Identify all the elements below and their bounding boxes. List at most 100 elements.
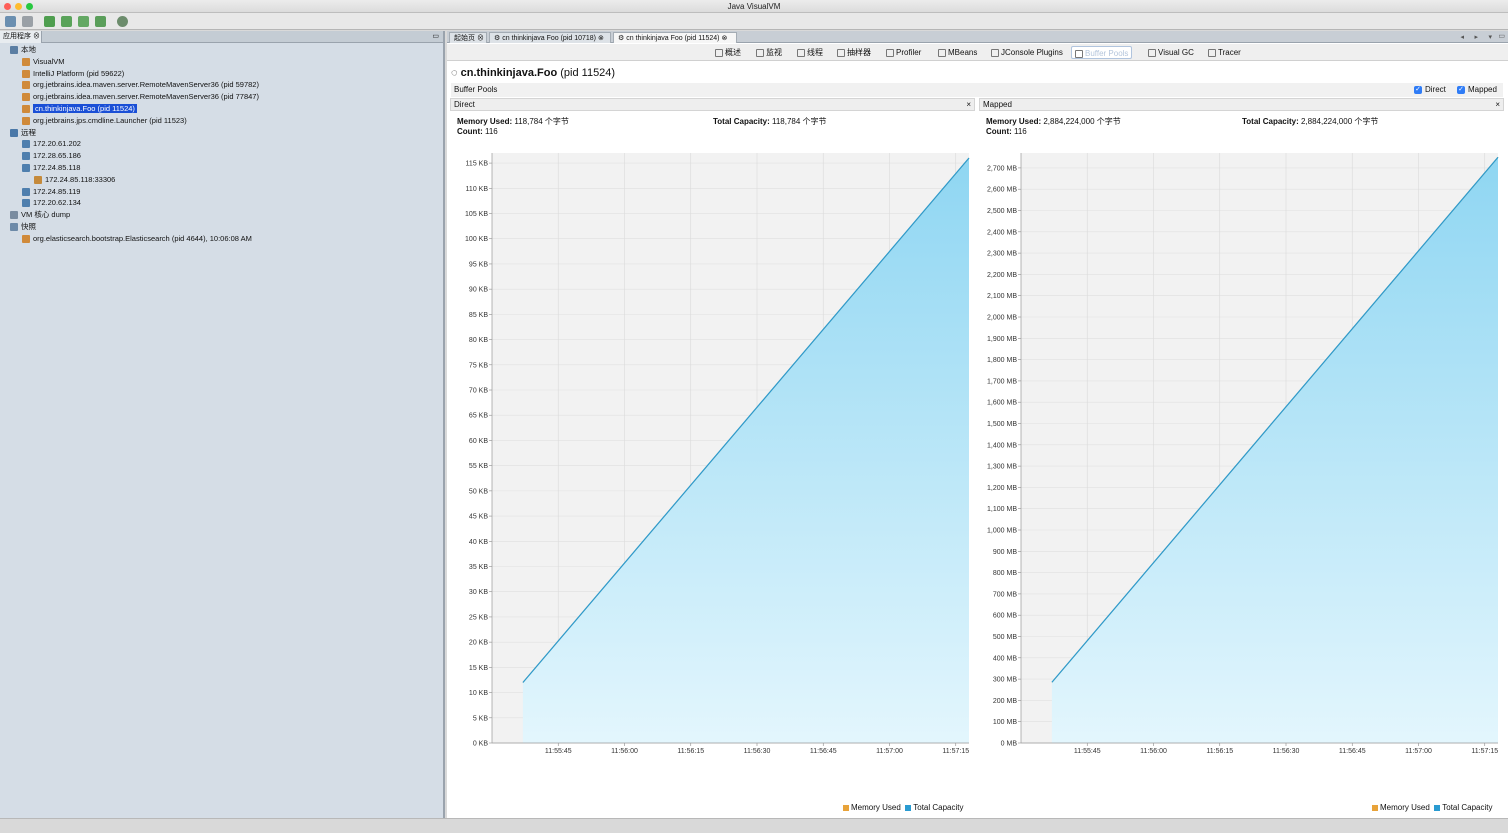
legend-swatch-total-capacity [905,804,912,811]
tab-tracer[interactable]: Tracer [1205,46,1244,59]
save-icon[interactable] [22,16,33,27]
tab-概述[interactable]: 概述 [712,46,744,59]
close-icon[interactable]: ⊗ [721,35,727,42]
tree-item[interactable]: org.jetbrains.idea.maven.server.RemoteMa… [22,91,259,102]
direct-checkbox[interactable]: ✓ [1414,86,1422,94]
app-icon [22,234,30,243]
tree-item[interactable]: 172.20.61.202 [22,138,81,149]
tree-item[interactable]: VM 核心 dump [10,209,70,220]
y-tick-label: 2,400 MB [987,229,1017,236]
tree-item[interactable]: IntelliJ Platform (pid 59622) [22,68,124,79]
tree-item[interactable]: 本地 [10,44,36,55]
x-tick-label: 11:57:15 [942,748,969,755]
close-icon[interactable]: ⊗ [477,35,484,42]
app-icon [22,93,30,102]
panel-stats: Memory Used: 118,784 个字节 Total Capacity:… [450,111,975,141]
minimize-window-icon[interactable] [15,3,22,10]
close-icon[interactable]: × [1495,99,1500,111]
tab-label: Profiler [896,48,922,57]
tree-item[interactable]: VisualVM [22,56,65,67]
y-tick-label: 35 KB [469,564,488,571]
y-tick-label: 85 KB [469,312,488,319]
app-icon [22,116,30,125]
x-tick-label: 11:55:45 [1074,748,1101,755]
y-tick-label: 40 KB [469,539,488,546]
scroll-right-icon[interactable]: ▸ [1474,33,1478,41]
tab-icon [991,48,999,57]
y-tick-label: 1,600 MB [987,400,1017,407]
tab-线程[interactable]: 线程 [794,46,826,59]
app-icon [22,81,30,90]
network-icon [10,128,18,137]
tree-item[interactable]: 172.24.85.118 [22,162,80,173]
tree-item[interactable]: 远程 [10,127,36,138]
minimize-panel-icon[interactable]: ▭ [432,32,439,40]
direct-legend: Memory Used Total Capacity [843,803,964,812]
tree-item[interactable]: org.jetbrains.jps.cmdline.Launcher (pid … [22,115,187,126]
tree-item[interactable]: org.elasticsearch.bootstrap.Elasticsearc… [22,233,252,244]
tab-applications[interactable]: 应用程序 ⊗ [0,31,42,43]
tree-item[interactable]: 快照 [10,221,36,232]
open-icon[interactable] [5,16,16,27]
tree-item-label: IntelliJ Platform (pid 59622) [33,68,125,78]
x-tick-label: 11:56:45 [1339,748,1366,755]
close-icon[interactable]: ⊗ [33,33,40,40]
tab-jconsole-plugins[interactable]: JConsole Plugins [988,46,1066,59]
x-tick-label: 11:57:00 [876,748,903,755]
app-icon [22,57,30,66]
y-tick-label: 25 KB [469,614,488,621]
tab-label: 线程 [807,48,823,57]
y-tick-label: 700 MB [993,591,1017,598]
tree-item[interactable]: 172.28.65.186 [22,150,81,161]
y-tick-label: 15 KB [469,665,488,672]
add-coredump-icon[interactable] [78,16,89,27]
tab-start-page[interactable]: 起始页 ⊗ [449,32,487,43]
mapped-checkbox[interactable]: ✓ [1457,86,1465,94]
close-icon[interactable]: ⊗ [598,35,604,42]
zoom-window-icon[interactable] [26,3,33,10]
tree-item-label: VisualVM [33,56,65,66]
tab-mbeans[interactable]: MBeans [935,46,980,59]
tab-抽样器[interactable]: 抽样器 [834,46,874,59]
mapped-checkbox-label: Mapped [1468,85,1497,94]
tree-item-label: 172.24.85.119 [33,186,81,196]
mapped-panel: Mapped × Memory Used: 2,884,224,000 个字节 … [979,98,1504,793]
y-tick-label: 100 MB [993,719,1017,726]
y-tick-label: 800 MB [993,570,1017,577]
y-tick-label: 115 KB [466,161,489,168]
tab-label: 起始页 [454,35,475,42]
tab-list-icon[interactable]: ▾ [1488,33,1492,41]
legend-memory-used: Memory Used [851,803,901,812]
tree-item[interactable]: cn.thinkinjava.Foo (pid 11524) [22,103,137,114]
close-window-icon[interactable] [4,3,11,10]
tab-profiler[interactable]: Profiler [883,46,924,59]
buffer-pools-bar: Buffer Pools ✓ Direct ✓ Mapped [451,83,1503,97]
tree-item[interactable]: 172.24.85.118:33306 [34,174,115,185]
tab-foo-11524[interactable]: ⚙ cn thinkinjava Foo (pid 11524) ⊗ [613,32,737,43]
help-icon[interactable] [117,16,128,27]
tree-item[interactable]: 172.24.85.119 [22,186,80,197]
panel-header: Mapped × [979,98,1504,111]
tab-buffer-pools[interactable]: Buffer Pools [1071,46,1133,59]
host-icon [22,140,30,149]
legend-total-capacity: Total Capacity [913,803,964,812]
y-tick-label: 70 KB [469,388,488,395]
maximize-icon[interactable]: ▭ [1498,32,1505,40]
tab-label: Buffer Pools [1085,49,1129,58]
tree-item[interactable]: 172.20.62.134 [22,197,81,208]
host-icon [22,152,30,161]
total-capacity-value: 118,784 个字节 [771,117,827,126]
add-host-icon[interactable] [61,16,72,27]
close-icon[interactable]: × [966,99,971,111]
app-name: cn.thinkinjava.Foo [460,67,558,79]
add-jmx-icon[interactable] [44,16,55,27]
y-tick-label: 50 KB [469,488,488,495]
tree-item-label: VM 核心 dump [21,210,71,220]
add-snapshot-icon[interactable] [95,16,106,27]
tab-监视[interactable]: 监视 [753,46,785,59]
tree-item[interactable]: org.jetbrains.idea.maven.server.RemoteMa… [22,79,259,90]
tab-visual-gc[interactable]: Visual GC [1145,46,1197,59]
scroll-left-icon[interactable]: ◂ [1460,33,1464,41]
panel-title: Direct [454,100,475,109]
tab-foo-10718[interactable]: ⚙ cn thinkinjava Foo (pid 10718) ⊗ [489,32,611,43]
